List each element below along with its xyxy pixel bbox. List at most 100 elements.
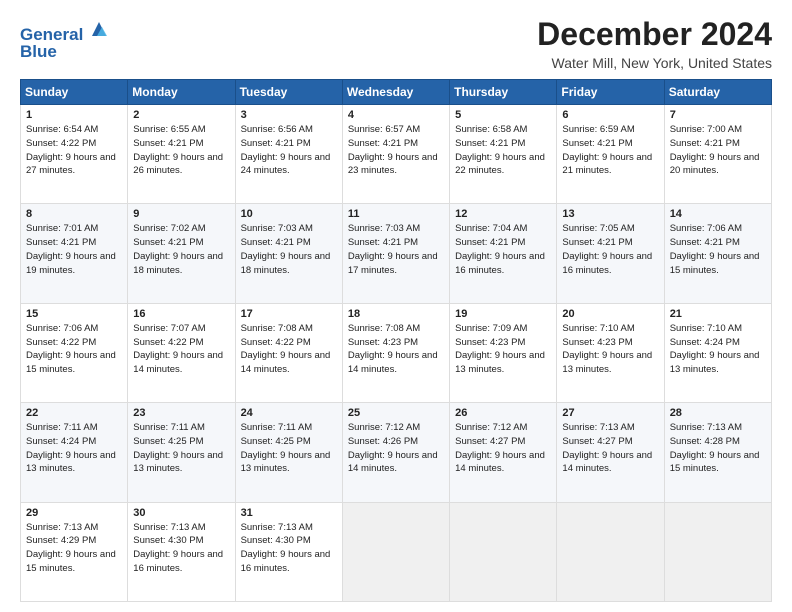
- calendar-table: SundayMondayTuesdayWednesdayThursdayFrid…: [20, 79, 772, 602]
- calendar-day-cell: 13Sunrise: 7:05 AMSunset: 4:21 PMDayligh…: [557, 204, 664, 303]
- calendar-day-cell: [557, 502, 664, 601]
- calendar-day-cell: 12 Sunrise: 7:04 AMSunset: 4:21 PMDayligh…: [450, 204, 557, 303]
- day-number: 22: [26, 407, 122, 419]
- calendar-week-row: 15Sunrise: 7:06 AMSunset: 4:22 PMDayligh…: [21, 303, 772, 402]
- calendar-day-cell: 24Sunrise: 7:11 AMSunset: 4:25 PMDayligh…: [235, 403, 342, 502]
- day-number: 27: [562, 407, 658, 419]
- calendar-day-cell: 2 Sunrise: 6:55 AMSunset: 4:21 PMDaylight…: [128, 105, 235, 204]
- calendar-day-cell: 31 Sunrise: 7:13 AMSunset: 4:30 PMDayligh…: [235, 502, 342, 601]
- day-number: 2: [133, 109, 229, 121]
- day-number: 18: [348, 308, 444, 320]
- logo: General Blue: [20, 16, 110, 62]
- day-info: Sunrise: 7:13 AMSunset: 4:30 PMDaylight:…: [241, 521, 337, 576]
- day-info: Sunrise: 7:13 AMSunset: 4:30 PMDaylight:…: [133, 521, 229, 576]
- day-info: Sunrise: 7:01 AMSunset: 4:21 PMDaylight:…: [26, 222, 122, 277]
- day-info: Sunrise: 6:55 AMSunset: 4:21 PMDaylight:…: [133, 123, 229, 178]
- calendar-header-cell: Sunday: [21, 80, 128, 105]
- calendar-day-cell: 8Sunrise: 7:01 AMSunset: 4:21 PMDaylight…: [21, 204, 128, 303]
- header: General Blue December 2024 Water Mill, N…: [20, 16, 772, 71]
- day-number: 5: [455, 109, 551, 121]
- calendar-day-cell: 4 Sunrise: 6:57 AMSunset: 4:21 PMDaylight…: [342, 105, 449, 204]
- calendar-day-cell: 1 Sunrise: 6:54 AMSunset: 4:22 PMDaylight…: [21, 105, 128, 204]
- day-number: 14: [670, 208, 766, 220]
- day-info: Sunrise: 7:05 AMSunset: 4:21 PMDaylight:…: [562, 222, 658, 277]
- day-number: 28: [670, 407, 766, 419]
- calendar-day-cell: 22Sunrise: 7:11 AMSunset: 4:24 PMDayligh…: [21, 403, 128, 502]
- day-info: Sunrise: 7:13 AMSunset: 4:28 PMDaylight:…: [670, 421, 766, 476]
- day-number: 29: [26, 507, 122, 519]
- day-info: Sunrise: 7:03 AMSunset: 4:21 PMDaylight:…: [348, 222, 444, 277]
- day-number: 3: [241, 109, 337, 121]
- calendar-day-cell: 16Sunrise: 7:07 AMSunset: 4:22 PMDayligh…: [128, 303, 235, 402]
- day-info: Sunrise: 7:09 AMSunset: 4:23 PMDaylight:…: [455, 322, 551, 377]
- calendar-day-cell: 25 Sunrise: 7:12 AMSunset: 4:26 PMDayligh…: [342, 403, 449, 502]
- day-number: 19: [455, 308, 551, 320]
- calendar-header-cell: Friday: [557, 80, 664, 105]
- page: General Blue December 2024 Water Mill, N…: [0, 0, 792, 612]
- calendar-day-cell: 14 Sunrise: 7:06 AMSunset: 4:21 PMDayligh…: [664, 204, 771, 303]
- calendar-day-cell: 19 Sunrise: 7:09 AMSunset: 4:23 PMDayligh…: [450, 303, 557, 402]
- day-number: 12: [455, 208, 551, 220]
- logo-blue: Blue: [20, 42, 57, 62]
- calendar-day-cell: 6 Sunrise: 6:59 AMSunset: 4:21 PMDaylight…: [557, 105, 664, 204]
- calendar-day-cell: 11 Sunrise: 7:03 AMSunset: 4:21 PMDayligh…: [342, 204, 449, 303]
- day-number: 17: [241, 308, 337, 320]
- calendar-day-cell: 15Sunrise: 7:06 AMSunset: 4:22 PMDayligh…: [21, 303, 128, 402]
- calendar-day-cell: 23 Sunrise: 7:11 AMSunset: 4:25 PMDayligh…: [128, 403, 235, 502]
- day-number: 6: [562, 109, 658, 121]
- calendar-day-cell: [664, 502, 771, 601]
- day-info: Sunrise: 7:06 AMSunset: 4:21 PMDaylight:…: [670, 222, 766, 277]
- day-info: Sunrise: 7:02 AMSunset: 4:21 PMDaylight:…: [133, 222, 229, 277]
- calendar-header-cell: Thursday: [450, 80, 557, 105]
- day-info: Sunrise: 7:08 AMSunset: 4:22 PMDaylight:…: [241, 322, 337, 377]
- title-block: December 2024 Water Mill, New York, Unit…: [537, 16, 772, 71]
- day-info: Sunrise: 7:12 AMSunset: 4:26 PMDaylight:…: [348, 421, 444, 476]
- calendar-header-cell: Saturday: [664, 80, 771, 105]
- day-number: 1: [26, 109, 122, 121]
- day-info: Sunrise: 7:13 AMSunset: 4:29 PMDaylight:…: [26, 521, 122, 576]
- day-number: 24: [241, 407, 337, 419]
- day-number: 26: [455, 407, 551, 419]
- calendar-day-cell: 17 Sunrise: 7:08 AMSunset: 4:22 PMDayligh…: [235, 303, 342, 402]
- day-number: 11: [348, 208, 444, 220]
- day-info: Sunrise: 6:56 AMSunset: 4:21 PMDaylight:…: [241, 123, 337, 178]
- calendar-week-row: 1 Sunrise: 6:54 AMSunset: 4:22 PMDaylight…: [21, 105, 772, 204]
- day-info: Sunrise: 6:59 AMSunset: 4:21 PMDaylight:…: [562, 123, 658, 178]
- main-title: December 2024: [537, 16, 772, 53]
- day-info: Sunrise: 6:54 AMSunset: 4:22 PMDaylight:…: [26, 123, 122, 178]
- calendar-day-cell: 10Sunrise: 7:03 AMSunset: 4:21 PMDayligh…: [235, 204, 342, 303]
- day-info: Sunrise: 7:00 AMSunset: 4:21 PMDaylight:…: [670, 123, 766, 178]
- calendar-body: 1 Sunrise: 6:54 AMSunset: 4:22 PMDaylight…: [21, 105, 772, 602]
- calendar-day-cell: 20 Sunrise: 7:10 AMSunset: 4:23 PMDayligh…: [557, 303, 664, 402]
- logo-icon: [88, 18, 110, 40]
- calendar-day-cell: 9Sunrise: 7:02 AMSunset: 4:21 PMDaylight…: [128, 204, 235, 303]
- calendar-header-cell: Monday: [128, 80, 235, 105]
- calendar-day-cell: 29 Sunrise: 7:13 AMSunset: 4:29 PMDayligh…: [21, 502, 128, 601]
- day-info: Sunrise: 7:04 AMSunset: 4:21 PMDaylight:…: [455, 222, 551, 277]
- calendar-day-cell: 28 Sunrise: 7:13 AMSunset: 4:28 PMDayligh…: [664, 403, 771, 502]
- day-number: 23: [133, 407, 229, 419]
- day-number: 31: [241, 507, 337, 519]
- calendar-day-cell: 30 Sunrise: 7:13 AMSunset: 4:30 PMDayligh…: [128, 502, 235, 601]
- day-info: Sunrise: 7:03 AMSunset: 4:21 PMDaylight:…: [241, 222, 337, 277]
- calendar-day-cell: 18Sunrise: 7:08 AMSunset: 4:23 PMDayligh…: [342, 303, 449, 402]
- day-info: Sunrise: 7:10 AMSunset: 4:23 PMDaylight:…: [562, 322, 658, 377]
- day-info: Sunrise: 7:13 AMSunset: 4:27 PMDaylight:…: [562, 421, 658, 476]
- day-number: 4: [348, 109, 444, 121]
- day-info: Sunrise: 6:57 AMSunset: 4:21 PMDaylight:…: [348, 123, 444, 178]
- day-number: 15: [26, 308, 122, 320]
- day-number: 25: [348, 407, 444, 419]
- calendar-day-cell: [342, 502, 449, 601]
- day-info: Sunrise: 7:07 AMSunset: 4:22 PMDaylight:…: [133, 322, 229, 377]
- day-number: 30: [133, 507, 229, 519]
- calendar-day-cell: 7Sunrise: 7:00 AMSunset: 4:21 PMDaylight…: [664, 105, 771, 204]
- calendar-week-row: 22Sunrise: 7:11 AMSunset: 4:24 PMDayligh…: [21, 403, 772, 502]
- day-info: Sunrise: 7:12 AMSunset: 4:27 PMDaylight:…: [455, 421, 551, 476]
- calendar-day-cell: 27 Sunrise: 7:13 AMSunset: 4:27 PMDayligh…: [557, 403, 664, 502]
- day-number: 20: [562, 308, 658, 320]
- calendar-day-cell: 26 Sunrise: 7:12 AMSunset: 4:27 PMDayligh…: [450, 403, 557, 502]
- calendar-day-cell: [450, 502, 557, 601]
- calendar-header-row: SundayMondayTuesdayWednesdayThursdayFrid…: [21, 80, 772, 105]
- day-info: Sunrise: 7:11 AMSunset: 4:25 PMDaylight:…: [133, 421, 229, 476]
- day-info: Sunrise: 7:10 AMSunset: 4:24 PMDaylight:…: [670, 322, 766, 377]
